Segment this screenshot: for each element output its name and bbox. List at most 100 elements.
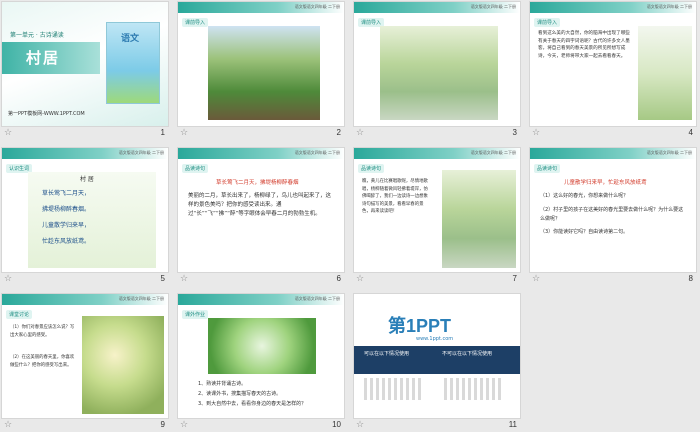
slide-10[interactable]: 语文版语文四年级 二下册 课外作业 1、熟读并背诵古诗。 2、读课外书，搜集描写… <box>178 294 344 418</box>
slide-thumbnail-6[interactable]: 语文版语文四年级 二下册 品读诗句 草长莺飞二月天，拂堤杨柳醉春烟 美丽的二月，… <box>178 148 344 286</box>
homework-item-3: 3、到大自然中去，看看你身边的春天是怎样的？ <box>198 401 307 407</box>
slide-number: 11 <box>508 420 517 429</box>
poem-line-2: 拂堤杨柳醉春烟。 <box>42 206 91 213</box>
poem-line-1: 草长莺飞二月天， <box>42 190 91 197</box>
park-photo <box>208 26 320 120</box>
slide-thumbnail-4[interactable]: 语文版语文四年级 二下册 课前导入 看到这么美的大自然，你的脑海中出现了哪些有关… <box>530 2 696 140</box>
slide-thumbnail-10[interactable]: 语文版语文四年级 二下册 课外作业 1、熟读并背诵古诗。 2、读课外书，搜集描写… <box>178 294 344 432</box>
slide-9[interactable]: 语文版语文四年级 二下册 课堂讨论 （1）你们对春景应该怎么说？写出大家心里的感… <box>2 294 168 418</box>
slide-meta: ☆ 11 <box>354 419 520 432</box>
slide-number: 4 <box>688 128 693 137</box>
slide-number: 2 <box>336 128 341 137</box>
star-icon[interactable]: ☆ <box>532 274 540 284</box>
slide-header-text: 语文版语文四年级 二下册 <box>470 150 516 155</box>
slide-subtitle: 第一单元 · 古诗诵读 <box>10 32 64 39</box>
slide-meta: ☆ 6 <box>178 273 344 286</box>
star-icon[interactable]: ☆ <box>180 128 188 138</box>
question-1: （1）你们对春景应该怎么说？写出大家心里的感受。 <box>10 325 75 338</box>
qr-code-block <box>444 378 504 400</box>
star-icon[interactable]: ☆ <box>532 128 540 138</box>
slide-thumbnail-9[interactable]: 语文版语文四年级 二下册 课堂讨论 （1）你们对春景应该怎么说？写出大家心里的感… <box>2 294 168 432</box>
slide-3[interactable]: 语文版语文四年级 二下册 课前导入 <box>354 2 520 126</box>
book-label: 语文 <box>121 34 140 44</box>
question-2: （2）村子里的孩子在这美好的春光里要去做什么呢？为什么要这么做呢？ <box>540 207 684 222</box>
section-label: 课堂讨论 <box>6 310 33 319</box>
slide-1[interactable]: 第一单元 · 古诗诵读 村居 语文 第一PPT模板网-WWW.1PPT.COM <box>2 2 168 126</box>
slide-meta: ☆ 3 <box>354 127 520 140</box>
slide-number: 10 <box>332 420 341 429</box>
star-icon[interactable]: ☆ <box>180 420 188 430</box>
slide-number: 1 <box>160 128 165 137</box>
slide-thumbnail-3[interactable]: 语文版语文四年级 二下册 课前导入 ☆ 3 <box>354 2 520 140</box>
logo-tagline: www.1ppt.com <box>416 336 454 342</box>
flower-photo <box>82 316 164 414</box>
poem-line-4: 忙趁东风放纸鸢。 <box>42 238 91 245</box>
slide-header-text: 语文版语文四年级 二下册 <box>294 296 340 301</box>
highlight-line: 儿童散学归来早，忙趁东风放纸鸢 <box>564 180 647 186</box>
slide-header-text: 语文版语文四年级 二下册 <box>470 4 516 9</box>
qr-code-block <box>364 378 424 400</box>
slide-number: 6 <box>336 274 341 283</box>
star-icon[interactable]: ☆ <box>4 128 12 138</box>
grass-photo <box>208 318 316 374</box>
logo-text: 第1PPT <box>388 316 452 336</box>
highlight-line: 草长莺飞二月天，拂堤杨柳醉春烟 <box>216 180 299 186</box>
question-1: （1）这么好的春光，你想来做什么呢？ <box>540 193 629 199</box>
slide-number: 8 <box>688 274 693 283</box>
slide-number: 3 <box>512 128 517 137</box>
slide-meta: ☆ 2 <box>178 127 344 140</box>
star-icon[interactable]: ☆ <box>356 274 364 284</box>
slide-meta: ☆ 7 <box>354 273 520 286</box>
slide-footer: 第一PPT模板网-WWW.1PPT.COM <box>8 111 85 117</box>
willow-swallow-illustration <box>442 170 516 268</box>
spring-illustration <box>638 26 692 120</box>
slide-header-text: 语文版语文四年级 二下册 <box>118 296 164 301</box>
slide-thumbnail-8[interactable]: 语文版语文四年级 二下册 品读诗句 儿童散学归来早，忙趁东风放纸鸢 （1）这么好… <box>530 148 696 286</box>
star-icon[interactable]: ☆ <box>4 420 12 430</box>
slide-header-text: 语文版语文四年级 二下册 <box>294 150 340 155</box>
star-icon[interactable]: ☆ <box>356 420 364 430</box>
homework-item-1: 1、熟读并背诵古诗。 <box>198 381 247 387</box>
slide-2[interactable]: 语文版语文四年级 二下册 课前导入 <box>178 2 344 126</box>
slide-thumbnail-11[interactable]: 第1PPT www.1ppt.com 可以在以下情况使用 不可以在以下情况使用 … <box>354 294 520 432</box>
slide-body-text: 看到这么美的大自然，你的脑海中出现了哪些有关于春天的四字词语呢？古代的许多文人墨… <box>538 31 630 59</box>
section-label: 课前导入 <box>182 18 209 27</box>
slide-title: 村居 <box>26 49 61 67</box>
slide-5[interactable]: 语文版语文四年级 二下册 认识生词 村 居 草长莺飞二月天， 拂堤杨柳醉春烟。 … <box>2 148 168 272</box>
section-label: 课外作业 <box>182 310 209 319</box>
slide-body-text: 美丽的二月，草长出来了，杨柳绿了，鸟儿也叫起来了，这样的景色美吗？把你的感受读出… <box>188 193 332 217</box>
section-label: 课前导入 <box>534 18 561 27</box>
slide-sorter-grid: 第一单元 · 古诗诵读 村居 语文 第一PPT模板网-WWW.1PPT.COM … <box>0 0 700 432</box>
slide-11[interactable]: 第1PPT www.1ppt.com 可以在以下情况使用 不可以在以下情况使用 <box>354 294 520 418</box>
slide-meta: ☆ 4 <box>530 127 696 140</box>
allowed-usage-heading: 可以在以下情况使用 <box>364 351 410 357</box>
slide-header-text: 语文版语文四年级 二下册 <box>294 4 340 9</box>
slide-7[interactable]: 语文版语文四年级 二下册 品读诗句 瞧，黄儿在比赛唱歌呢，尽情地歌唱，杨柳随着微… <box>354 148 520 272</box>
star-icon[interactable]: ☆ <box>180 274 188 284</box>
slide-6[interactable]: 语文版语文四年级 二下册 品读诗句 草长莺飞二月天，拂堤杨柳醉春烟 美丽的二月，… <box>178 148 344 272</box>
slide-header-text: 语文版语文四年级 二下册 <box>646 4 692 9</box>
slide-meta: ☆ 9 <box>2 419 168 432</box>
slide-4[interactable]: 语文版语文四年级 二下册 课前导入 看到这么美的大自然，你的脑海中出现了哪些有关… <box>530 2 696 126</box>
willow-photo <box>380 26 498 120</box>
slide-thumbnail-1[interactable]: 第一单元 · 古诗诵读 村居 语文 第一PPT模板网-WWW.1PPT.COM … <box>2 2 168 140</box>
textbook-cover-image: 语文 <box>106 22 160 104</box>
slide-meta: ☆ 10 <box>178 419 344 432</box>
slide-thumbnail-7[interactable]: 语文版语文四年级 二下册 品读诗句 瞧，黄儿在比赛唱歌呢，尽情地歌唱，杨柳随着微… <box>354 148 520 286</box>
section-label: 品读诗句 <box>534 164 561 173</box>
star-icon[interactable]: ☆ <box>4 274 12 284</box>
star-icon[interactable]: ☆ <box>356 128 364 138</box>
forbidden-usage-heading: 不可以在以下情况使用 <box>442 351 493 357</box>
slide-thumbnail-2[interactable]: 语文版语文四年级 二下册 课前导入 ☆ 2 <box>178 2 344 140</box>
slide-8[interactable]: 语文版语文四年级 二下册 品读诗句 儿童散学归来早，忙趁东风放纸鸢 （1）这么好… <box>530 148 696 272</box>
slide-meta: ☆ 5 <box>2 273 168 286</box>
section-label: 品读诗句 <box>358 164 385 173</box>
slide-meta: ☆ 8 <box>530 273 696 286</box>
question-3: （3）你能读好它吗？自由读诗第二句。 <box>540 229 629 235</box>
slide-number: 7 <box>512 274 517 283</box>
poem-line-3: 儿童散学归来早， <box>42 222 91 229</box>
slide-thumbnail-5[interactable]: 语文版语文四年级 二下册 认识生词 村 居 草长莺飞二月天， 拂堤杨柳醉春烟。 … <box>2 148 168 286</box>
question-2: （2）在这美丽的春天里，你喜欢做些什么？把你的感受写出来。 <box>10 355 75 368</box>
slide-body-text: 瞧，黄儿在比赛唱歌呢，尽情地歌唱，杨柳随着微风轻拂着堤岸，仿佛喝醉了，我们一边读… <box>362 179 428 214</box>
homework-item-2: 2、读课外书，搜集描写春天的古诗。 <box>198 391 282 397</box>
